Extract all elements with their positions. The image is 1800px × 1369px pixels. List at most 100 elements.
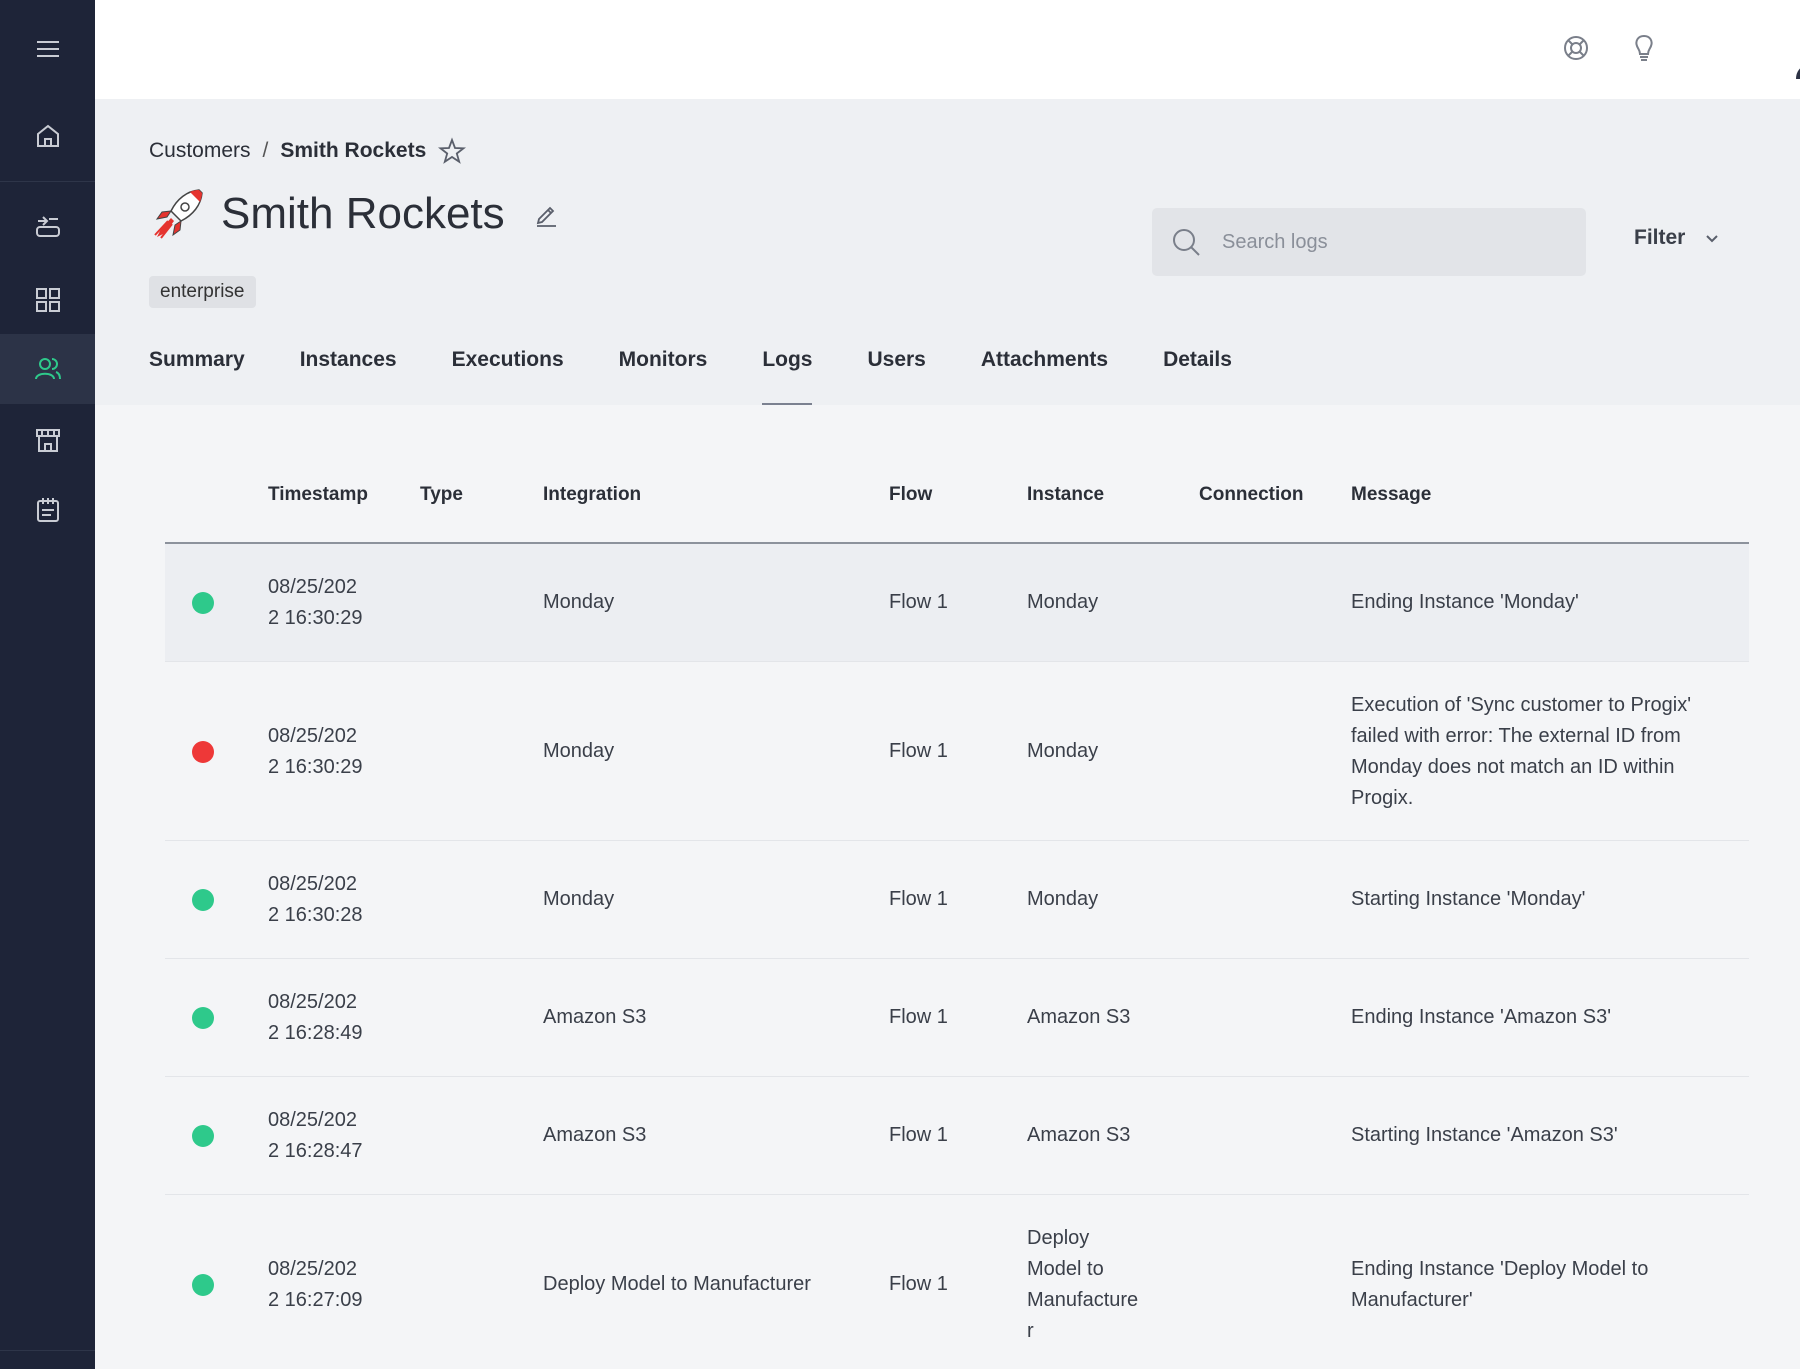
tab-instances[interactable]: Instances	[300, 343, 397, 405]
filter-label: Filter	[1634, 226, 1686, 249]
instance-cell: Amazon S3	[1027, 1124, 1131, 1146]
search-input[interactable]	[1222, 230, 1542, 254]
tab-monitors[interactable]: Monitors	[619, 343, 708, 405]
integration-cell: Amazon S3	[543, 1006, 647, 1028]
timestamp-date: 08/25/202	[268, 725, 357, 747]
table-row[interactable]: 08/25/202 2 16:30:29 Monday Flow 1 Monda…	[165, 544, 1749, 662]
marketplace-store-icon[interactable]	[0, 405, 95, 475]
timestamp-cell: 08/25/202 2 16:30:29	[268, 721, 363, 783]
instance-line: Model to	[1027, 1258, 1104, 1280]
home-icon[interactable]	[0, 101, 95, 171]
tab-executions[interactable]: Executions	[452, 343, 564, 405]
integration-cell: Deploy Model to Manufacturer	[543, 1273, 811, 1295]
lightbulb-icon[interactable]	[1626, 30, 1662, 66]
flow-cell: Flow 1	[889, 1124, 948, 1146]
column-header-timestamp[interactable]: Timestamp	[268, 484, 368, 506]
timestamp-cell: 08/25/202 2 16:28:47	[268, 1105, 363, 1167]
status-success-dot	[192, 889, 214, 911]
tab-summary[interactable]: Summary	[149, 343, 245, 405]
breadcrumb-customers-link[interactable]: Customers	[149, 139, 251, 163]
chevron-down-icon	[1706, 235, 1719, 243]
column-header-integration[interactable]: Integration	[543, 484, 641, 506]
status-error-dot	[192, 741, 214, 763]
status-success-dot	[192, 1125, 214, 1147]
instance-line: Manufacture	[1027, 1289, 1139, 1311]
message-line: Monday does not match an ID within	[1351, 756, 1675, 778]
table-row[interactable]: 08/25/202 2 16:28:49 Amazon S3 Flow 1 Am…	[165, 959, 1749, 1077]
table-row[interactable]: 08/25/202 2 16:27:09 Deploy Model to Man…	[165, 1195, 1749, 1369]
instance-cell: Amazon S3	[1027, 1006, 1131, 1028]
integration-cell: Monday	[543, 888, 615, 910]
timestamp-time: 2 16:30:29	[268, 756, 363, 778]
rocket-logo-icon	[154, 189, 203, 239]
breadcrumb-separator: /	[262, 139, 269, 162]
flow-cell: Flow 1	[889, 591, 948, 613]
instance-cell: Monday	[1027, 888, 1099, 910]
flow-cell: Flow 1	[889, 888, 948, 910]
tab-users[interactable]: Users	[867, 343, 925, 405]
timestamp-date: 08/25/202	[268, 991, 357, 1013]
filter-dropdown[interactable]: Filter	[1634, 226, 1721, 250]
message-line: Ending Instance 'Deploy Model to	[1351, 1258, 1649, 1280]
tab-attachments[interactable]: Attachments	[981, 343, 1108, 405]
lifebuoy-icon[interactable]	[1558, 30, 1594, 66]
status-success-dot	[192, 592, 214, 614]
column-header-message[interactable]: Message	[1351, 484, 1431, 506]
table-row[interactable]: 08/25/202 2 16:30:28 Monday Flow 1 Monda…	[165, 841, 1749, 959]
message-cell: Execution of 'Sync customer to Progix' f…	[1351, 690, 1691, 814]
star-icon[interactable]	[438, 137, 467, 165]
timestamp-date: 08/25/202	[268, 576, 357, 598]
customer-header: Customers / Smith Rockets Smith Rockets …	[95, 99, 1800, 405]
message-cell: Ending Instance 'Monday'	[1351, 591, 1579, 613]
status-success-dot	[192, 1007, 214, 1029]
search-bar	[1152, 208, 1586, 276]
message-cell: Starting Instance 'Monday'	[1351, 888, 1586, 910]
sidebar	[0, 0, 95, 1369]
user-avatar[interactable]	[1792, 17, 1800, 79]
table-row[interactable]: 08/25/202 2 16:28:47 Amazon S3 Flow 1 Am…	[165, 1077, 1749, 1195]
instance-cell: Monday	[1027, 740, 1099, 762]
integrations-icon[interactable]	[0, 191, 95, 261]
page-title: Smith Rockets	[221, 189, 505, 238]
customers-icon[interactable]	[0, 334, 95, 404]
edit-pencil-icon[interactable]	[533, 201, 559, 227]
breadcrumb-current: Smith Rockets	[280, 139, 427, 162]
sidebar-divider	[0, 181, 95, 182]
top-bar	[95, 0, 1800, 99]
message-line: Execution of 'Sync customer to Progix'	[1351, 694, 1692, 716]
instance-cell: Deploy Model to Manufacture r	[1027, 1223, 1138, 1347]
timestamp-time: 2 16:28:47	[268, 1140, 363, 1162]
timestamp-time: 2 16:30:29	[268, 607, 363, 629]
message-cell: Ending Instance 'Amazon S3'	[1351, 1006, 1612, 1028]
tab-logs[interactable]: Logs	[762, 343, 813, 405]
tab-details[interactable]: Details	[1163, 343, 1232, 405]
column-header-instance[interactable]: Instance	[1027, 484, 1104, 506]
title-row: Smith Rockets	[149, 185, 559, 243]
message-line: Manufacturer'	[1351, 1289, 1473, 1311]
timestamp-time: 2 16:30:28	[268, 904, 363, 926]
timestamp-date: 08/25/202	[268, 873, 357, 895]
logs-table: Timestamp Type Integration Flow Instance…	[165, 440, 1749, 1369]
timestamp-date: 08/25/202	[268, 1258, 357, 1280]
table-header: Timestamp Type Integration Flow Instance…	[165, 440, 1749, 544]
message-cell: Starting Instance 'Amazon S3'	[1351, 1124, 1618, 1146]
search-icon	[1173, 229, 1200, 256]
instance-cell: Monday	[1027, 591, 1099, 613]
flow-cell: Flow 1	[889, 740, 948, 762]
customer-tag-badge: enterprise	[149, 276, 256, 308]
flow-cell: Flow 1	[889, 1006, 948, 1028]
column-header-connection[interactable]: Connection	[1199, 484, 1304, 506]
table-row[interactable]: 08/25/202 2 16:30:29 Monday Flow 1 Monda…	[165, 662, 1749, 841]
timestamp-cell: 08/25/202 2 16:28:49	[268, 987, 363, 1049]
breadcrumb: Customers / Smith Rockets	[149, 137, 467, 165]
message-cell: Ending Instance 'Deploy Model to Manufac…	[1351, 1254, 1648, 1316]
column-header-type[interactable]: Type	[420, 484, 463, 506]
column-header-flow[interactable]: Flow	[889, 484, 932, 506]
menu-icon[interactable]	[0, 14, 95, 84]
flow-cell: Flow 1	[889, 1273, 948, 1295]
components-grid-icon[interactable]	[0, 265, 95, 335]
logs-notepad-icon[interactable]	[0, 475, 95, 545]
message-line: Progix.	[1351, 787, 1414, 809]
timestamp-cell: 08/25/202 2 16:30:29	[268, 572, 363, 634]
customer-tabs: Summary Instances Executions Monitors Lo…	[149, 343, 1287, 405]
